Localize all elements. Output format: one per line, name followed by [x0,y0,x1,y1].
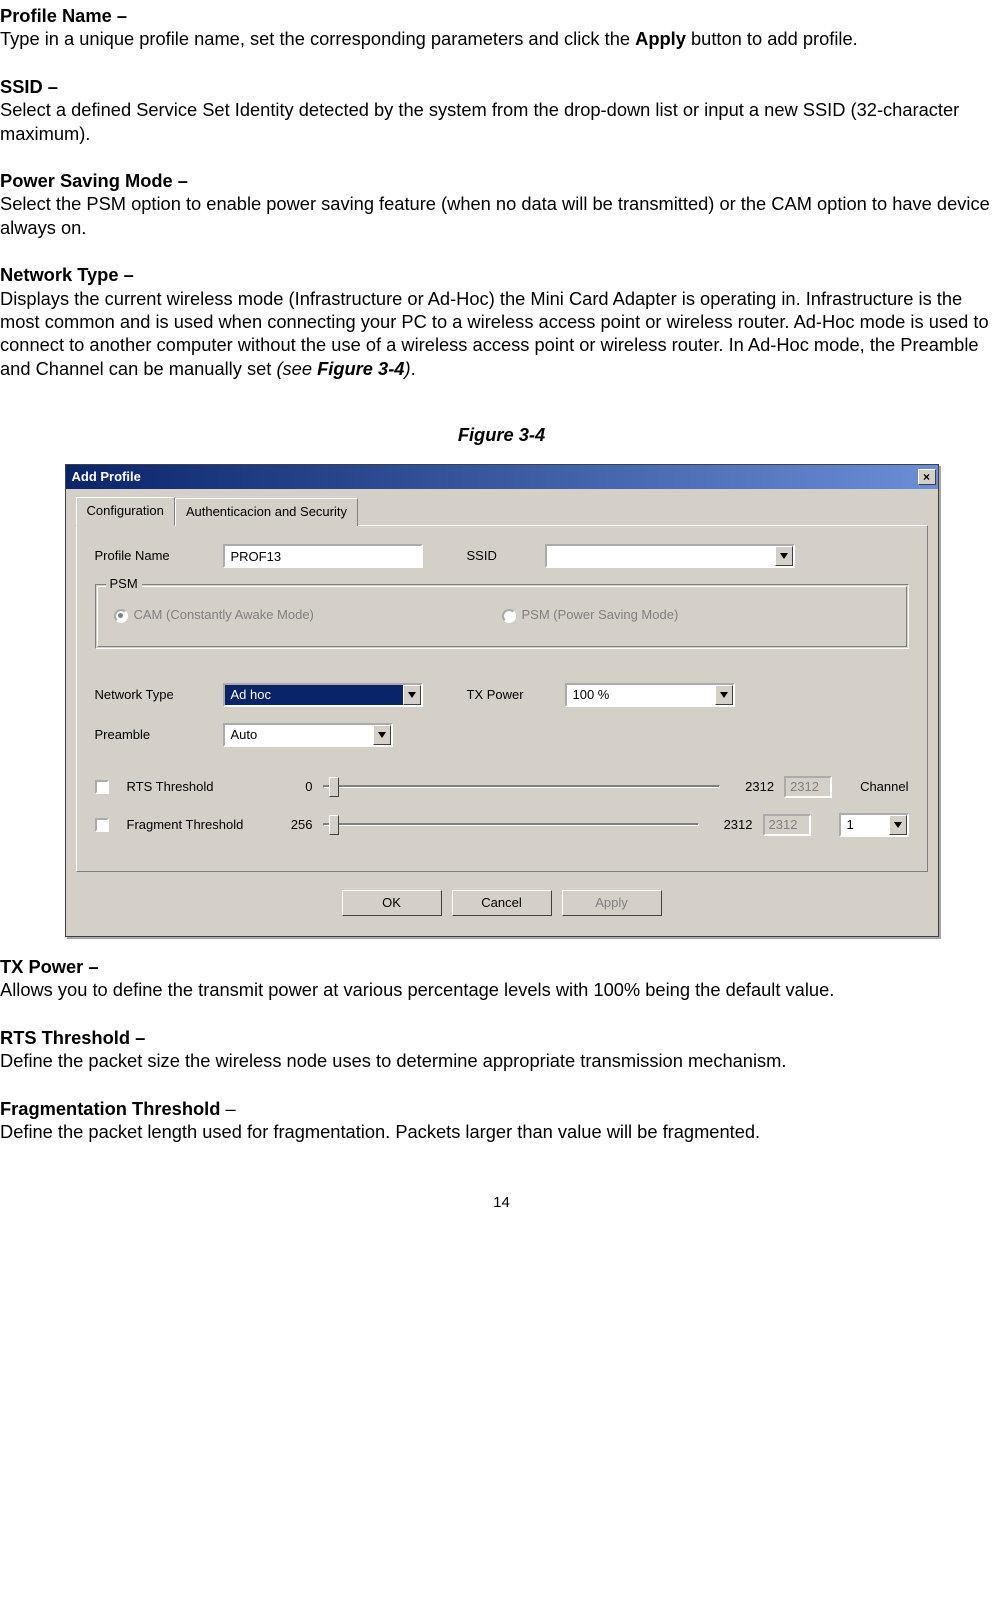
rts-value [784,776,832,798]
preamble-combo[interactable]: Auto [223,723,393,747]
cam-radio[interactable]: CAM (Constantly Awake Mode) [114,607,502,624]
psm-radio-label: PSM (Power Saving Mode) [522,607,679,624]
ssid-label: SSID [467,548,527,565]
chevron-down-icon[interactable] [775,546,793,566]
rts-slider[interactable] [323,775,721,799]
heading-frag: Fragmentation Threshold – [0,1097,1003,1120]
psm-radio[interactable]: PSM (Power Saving Mode) [502,607,679,624]
apply-word: Apply [635,28,686,49]
heading-network-type: Network Type – [0,263,1003,286]
radio-icon [114,609,128,623]
text: Type in a unique profile name, set the c… [0,28,635,49]
ok-button[interactable]: OK [342,890,442,916]
text: button to add profile. [686,28,858,49]
tab-configuration[interactable]: Configuration [76,497,175,527]
para-frag: Define the packet length used for fragme… [0,1120,1003,1143]
frag-value [763,814,811,836]
frag-checkbox[interactable] [95,818,109,832]
figure-ref: Figure 3-4 [317,358,404,379]
radio-icon [502,609,516,623]
text: . [411,358,416,379]
slider-thumb-icon[interactable] [329,815,339,835]
tab-auth-security[interactable]: Authenticacion and Security [175,498,358,527]
network-type-value: Ad hoc [231,687,271,704]
chevron-down-icon[interactable] [889,815,907,835]
heading-rts: RTS Threshold – [0,1026,1003,1049]
frag-slider[interactable] [323,813,699,837]
profile-name-input[interactable] [223,544,423,568]
see-ref: (see [276,358,317,379]
heading-psm: Power Saving Mode – [0,169,1003,192]
para-psm: Select the PSM option to enable power sa… [0,192,1003,239]
para-ssid: Select a defined Service Set Identity de… [0,98,1003,145]
chevron-down-icon[interactable] [403,685,421,705]
text: Displays the current wireless mode (Infr… [0,288,989,379]
page-number: 14 [0,1193,1003,1212]
preamble-label: Preamble [95,727,205,744]
profile-name-label: Profile Name [95,548,205,565]
figure-image: Add Profile × Configuration Authenticaci… [0,464,1003,937]
para-tx-power: Allows you to define the transmit power … [0,978,1003,1001]
rts-checkbox[interactable] [95,780,109,794]
rts-check-label: RTS Threshold [127,779,267,796]
apply-button[interactable]: Apply [562,890,662,916]
channel-label: Channel [860,779,908,796]
tx-power-combo[interactable]: 100 % [565,683,735,707]
frag-heading-text: Fragmentation Threshold [0,1098,220,1119]
rts-min: 0 [277,779,313,796]
frag-max: 2312 [709,817,753,834]
channel-combo[interactable]: 1 [839,813,909,837]
dialog-title: Add Profile [72,469,141,486]
add-profile-dialog: Add Profile × Configuration Authenticaci… [65,464,939,937]
psm-groupbox: PSM CAM (Constantly Awake Mode) PSM (Pow… [95,584,909,649]
tx-power-value: 100 % [573,687,610,704]
slider-thumb-icon[interactable] [329,777,339,797]
para-profile-name: Type in a unique profile name, set the c… [0,27,1003,50]
chevron-down-icon[interactable] [715,685,733,705]
frag-check-label: Fragment Threshold [127,817,267,834]
preamble-value: Auto [231,727,258,744]
cancel-button[interactable]: Cancel [452,890,552,916]
psm-group-title: PSM [106,576,142,593]
tx-power-label: TX Power [467,687,547,704]
rts-max: 2312 [730,779,774,796]
tab-bar: Configuration Authenticacion and Securit… [76,497,928,525]
heading-profile-name: Profile Name – [0,4,1003,27]
dialog-titlebar[interactable]: Add Profile × [66,465,938,489]
channel-value: 1 [847,817,854,834]
frag-heading-dash: – [220,1098,235,1119]
para-network-type: Displays the current wireless mode (Infr… [0,287,1003,381]
cam-radio-label: CAM (Constantly Awake Mode) [134,607,314,624]
ssid-combo[interactable] [545,544,795,568]
figure-caption: Figure 3-4 [0,423,1003,446]
heading-tx-power: TX Power – [0,955,1003,978]
network-type-combo[interactable]: Ad hoc [223,683,423,707]
para-rts: Define the packet size the wireless node… [0,1049,1003,1072]
close-button[interactable]: × [918,469,936,485]
network-type-label: Network Type [95,687,205,704]
heading-ssid: SSID – [0,75,1003,98]
frag-min: 256 [277,817,313,834]
chevron-down-icon[interactable] [373,725,391,745]
